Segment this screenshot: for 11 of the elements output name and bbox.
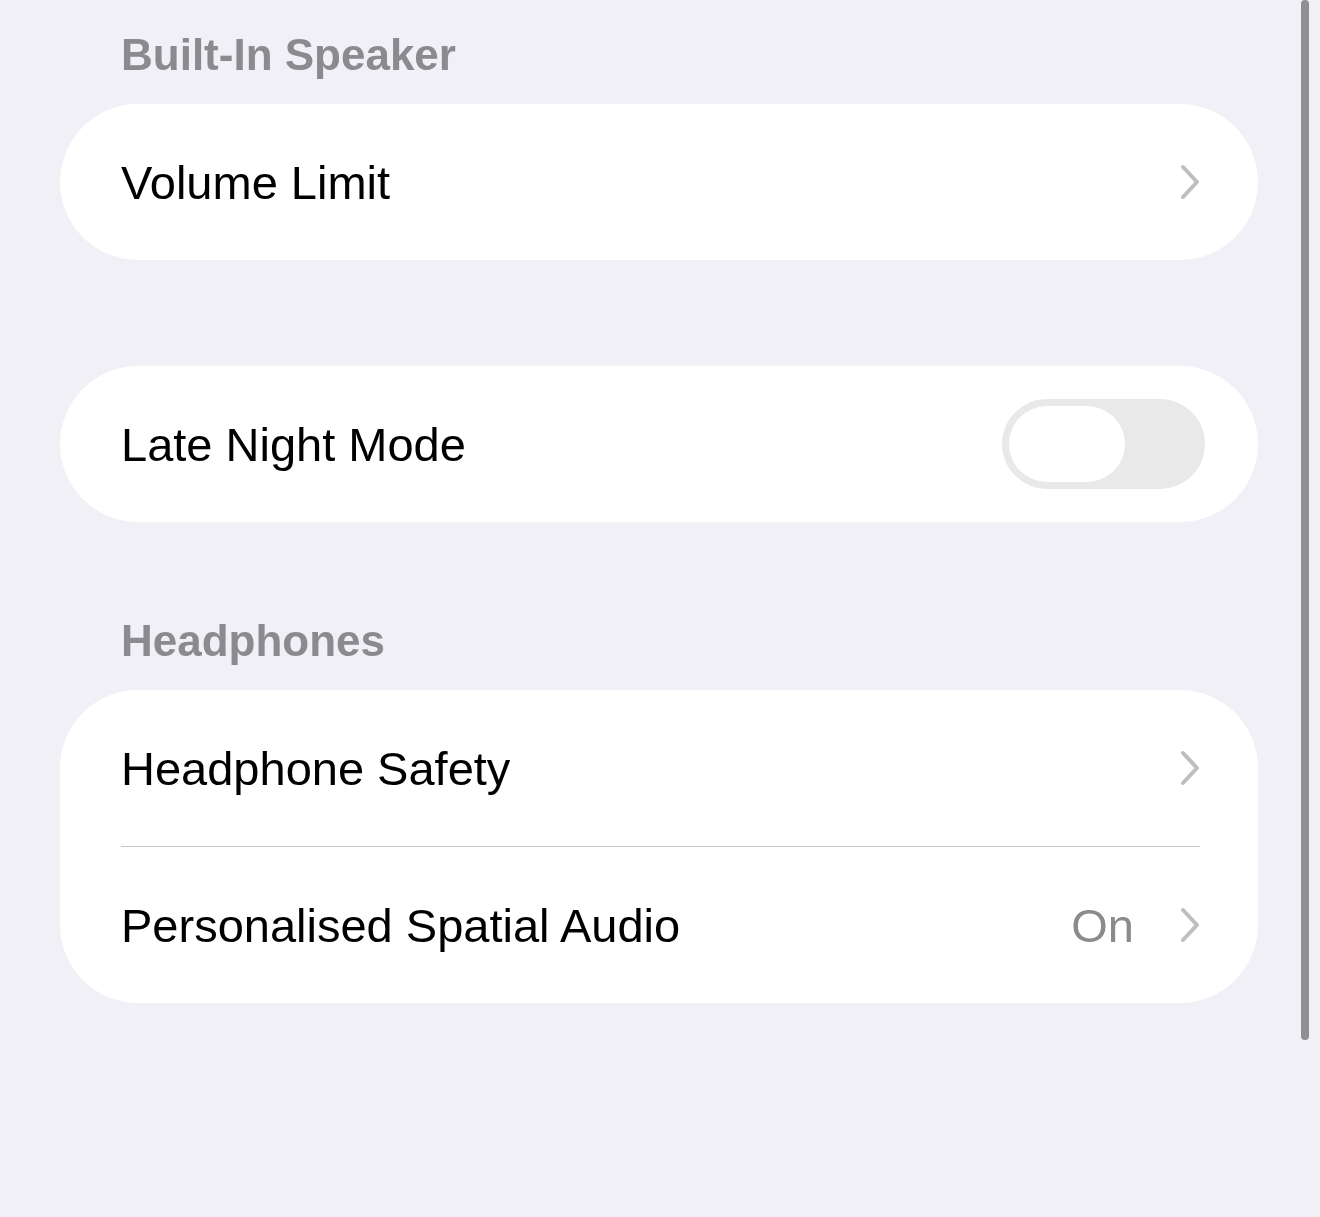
scrollbar[interactable] [1301, 0, 1309, 1040]
row-value: On [1071, 897, 1134, 953]
section-header: Built-In Speaker [120, 29, 457, 81]
chevron-icon [1180, 750, 1200, 786]
row-label[interactable]: Personalised Spatial Audio [121, 897, 1072, 953]
chevron-icon [1180, 907, 1200, 943]
row-label[interactable]: Headphone Safety [121, 740, 1180, 796]
section-header: Headphones [120, 615, 387, 667]
row-label[interactable]: Volume Limit [121, 154, 1180, 210]
row-label[interactable]: Late Night Mode [121, 416, 1002, 472]
chevron-icon [1180, 164, 1200, 200]
